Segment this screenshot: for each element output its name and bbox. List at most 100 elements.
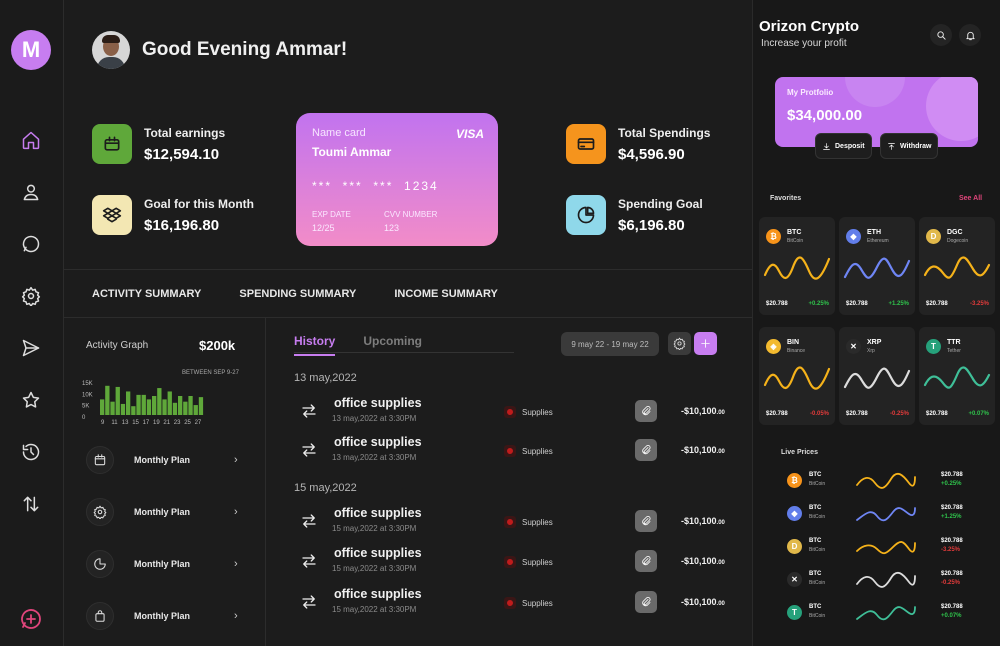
- deposit-button[interactable]: Desposit: [815, 133, 872, 159]
- category-dot-icon: [504, 516, 516, 528]
- tab-income-summary[interactable]: INCOME SUMMARY: [394, 288, 497, 300]
- app-logo[interactable]: M: [11, 30, 51, 70]
- star-icon[interactable]: [18, 387, 44, 413]
- favorite-coin-card[interactable]: ◈ BIN Binance $20.788 -0.05%: [759, 327, 835, 425]
- transaction-row[interactable]: office supplies 13 may,2022 at 3:30PM Su…: [300, 394, 730, 428]
- favorite-coin-card[interactable]: ✕ XRP Xrp $20.788 -0.25%: [839, 327, 915, 425]
- x-tick-label: 25: [184, 420, 191, 426]
- crypto-panel: Orizon Crypto Increase your profit My Pr…: [752, 0, 1000, 646]
- x-tick-label: 19: [153, 420, 160, 426]
- x-tick-label: 9: [101, 420, 105, 426]
- y-tick-label: 5K: [82, 404, 89, 410]
- settings-icon[interactable]: [18, 283, 44, 309]
- coin-sparkline: [923, 256, 991, 279]
- date-range-picker[interactable]: 9 may 22 - 19 may 22: [561, 332, 659, 356]
- add-transaction-button[interactable]: [694, 332, 717, 355]
- transaction-row[interactable]: office supplies 15 may,2022 at 3:30PM Su…: [300, 585, 730, 619]
- coin-symbol: BIN: [787, 339, 800, 346]
- favorite-coin-card[interactable]: ₿ BTC BitCoin $20.788 +0.25%: [759, 217, 835, 315]
- spending-goal-stat: Spending Goal $6,196.80: [566, 195, 703, 235]
- coin-change: +1.25%: [941, 514, 962, 520]
- stat-value: $16,196.80: [144, 216, 220, 234]
- support-chat-icon[interactable]: [17, 605, 45, 633]
- summary-tabs: ACTIVITY SUMMARY SPENDING SUMMARY INCOME…: [92, 288, 536, 300]
- credit-card[interactable]: Name card Toumi Ammar VISA *** *** *** 1…: [296, 113, 498, 246]
- coin-symbol: TTR: [947, 339, 961, 346]
- live-price-row[interactable]: ✕ BTC BitCoin $20.788 -0.25%: [785, 568, 975, 592]
- activity-bar: [167, 391, 172, 415]
- coin-sparkline: [856, 507, 916, 522]
- amount-cents: .00: [716, 410, 725, 416]
- amount-value: -$10,100: [681, 516, 717, 526]
- home-icon[interactable]: [18, 127, 44, 153]
- attachment-icon[interactable]: [635, 439, 657, 461]
- total-earnings-stat: Total earnings $12,594.10: [92, 124, 225, 164]
- transfer-arrows-icon: [300, 441, 318, 459]
- history-icon[interactable]: [18, 439, 44, 465]
- monthly-plan-item[interactable]: Monthly Plan ›: [86, 548, 266, 580]
- transaction-title: office supplies: [334, 396, 422, 410]
- monthly-plan-item[interactable]: Monthly Plan ›: [86, 600, 266, 632]
- coin-name: Xrp: [867, 348, 875, 354]
- coin-name: BitCoin: [809, 613, 826, 619]
- coin-price: $20.788: [846, 301, 868, 307]
- favorite-coin-card[interactable]: T TTR Tether $20.788 +0.07%: [919, 327, 995, 425]
- transaction-row[interactable]: office supplies 15 may,2022 at 3:30PM Su…: [300, 544, 730, 578]
- withdraw-button[interactable]: Withdraw: [880, 133, 939, 159]
- dashboard-app: { "logo": {"letter": "M"}, "user": {"gre…: [0, 0, 1000, 646]
- live-price-row[interactable]: ₿ BTC BitCoin $20.788 +0.25%: [785, 469, 975, 493]
- activity-bar: [131, 406, 136, 415]
- coin-price: $20.788: [941, 505, 963, 511]
- activity-bar: [136, 394, 141, 415]
- crypto-title: Orizon Crypto: [759, 18, 859, 35]
- transaction-category: Supplies: [504, 597, 553, 609]
- attachment-icon[interactable]: [635, 510, 657, 532]
- attachment-icon[interactable]: [635, 550, 657, 572]
- monthly-plan-item[interactable]: Monthly Plan ›: [86, 444, 266, 476]
- coin-change: +0.25%: [808, 301, 829, 307]
- coin-name: BitCoin: [809, 547, 826, 553]
- attachment-icon[interactable]: [635, 591, 657, 613]
- transaction-row[interactable]: office supplies 13 may,2022 at 3:30PM Su…: [300, 433, 730, 467]
- chat-icon[interactable]: [18, 231, 44, 257]
- category-label: Supplies: [522, 557, 553, 567]
- gear-icon: [673, 337, 686, 350]
- activity-bar: [115, 386, 120, 415]
- transaction-row[interactable]: office supplies 15 may,2022 at 3:30PM Su…: [300, 504, 730, 538]
- tab-spending-summary[interactable]: SPENDING SUMMARY: [239, 288, 356, 300]
- transfer-arrows-icon: [300, 512, 318, 530]
- filter-settings-button[interactable]: [668, 332, 691, 355]
- coin-icon: ◆: [787, 506, 802, 521]
- activity-bar: [141, 394, 146, 415]
- activity-bar: [178, 396, 183, 415]
- exp-date-label: EXP DATE: [312, 210, 351, 219]
- live-price-row[interactable]: T BTC BitCoin $20.788 +0.07%: [785, 601, 975, 625]
- favorite-coin-card[interactable]: D DGC Dogecoin $20.788 -3.25%: [919, 217, 995, 315]
- chevron-right-icon: ›: [234, 558, 238, 570]
- amount-value: -$10,100: [681, 597, 717, 607]
- monthly-plan-item[interactable]: Monthly Plan ›: [86, 496, 266, 528]
- cvv-value: 123: [384, 223, 400, 233]
- avatar[interactable]: [92, 31, 130, 69]
- category-label: Supplies: [522, 517, 553, 527]
- greeting: Good Evening Ammar!: [142, 39, 348, 60]
- live-price-row[interactable]: D BTC BitCoin $20.788 -3.25%: [785, 535, 975, 559]
- coin-icon: ✕: [846, 339, 861, 354]
- search-icon[interactable]: [930, 24, 952, 46]
- coin-change: -0.25%: [889, 411, 909, 417]
- coin-icon: D: [926, 229, 941, 244]
- favorite-coin-card[interactable]: ◆ ETH Ethereum $20.788 +1.25%: [839, 217, 915, 315]
- live-price-row[interactable]: ◆ BTC BitCoin $20.788 +1.25%: [785, 502, 975, 526]
- send-icon[interactable]: [18, 335, 44, 361]
- bell-icon[interactable]: [959, 24, 981, 46]
- shopping-bag-icon: [86, 602, 114, 630]
- see-all-link[interactable]: See All: [959, 195, 982, 202]
- coin-name: BitCoin: [787, 238, 804, 244]
- coin-symbol: BTC: [809, 505, 822, 511]
- category-dot-icon: [504, 556, 516, 568]
- user-icon[interactable]: [18, 179, 44, 205]
- tab-activity-summary[interactable]: ACTIVITY SUMMARY: [92, 288, 201, 300]
- attachment-icon[interactable]: [635, 400, 657, 422]
- coin-price: $20.788: [941, 538, 963, 544]
- sort-icon[interactable]: [18, 491, 44, 517]
